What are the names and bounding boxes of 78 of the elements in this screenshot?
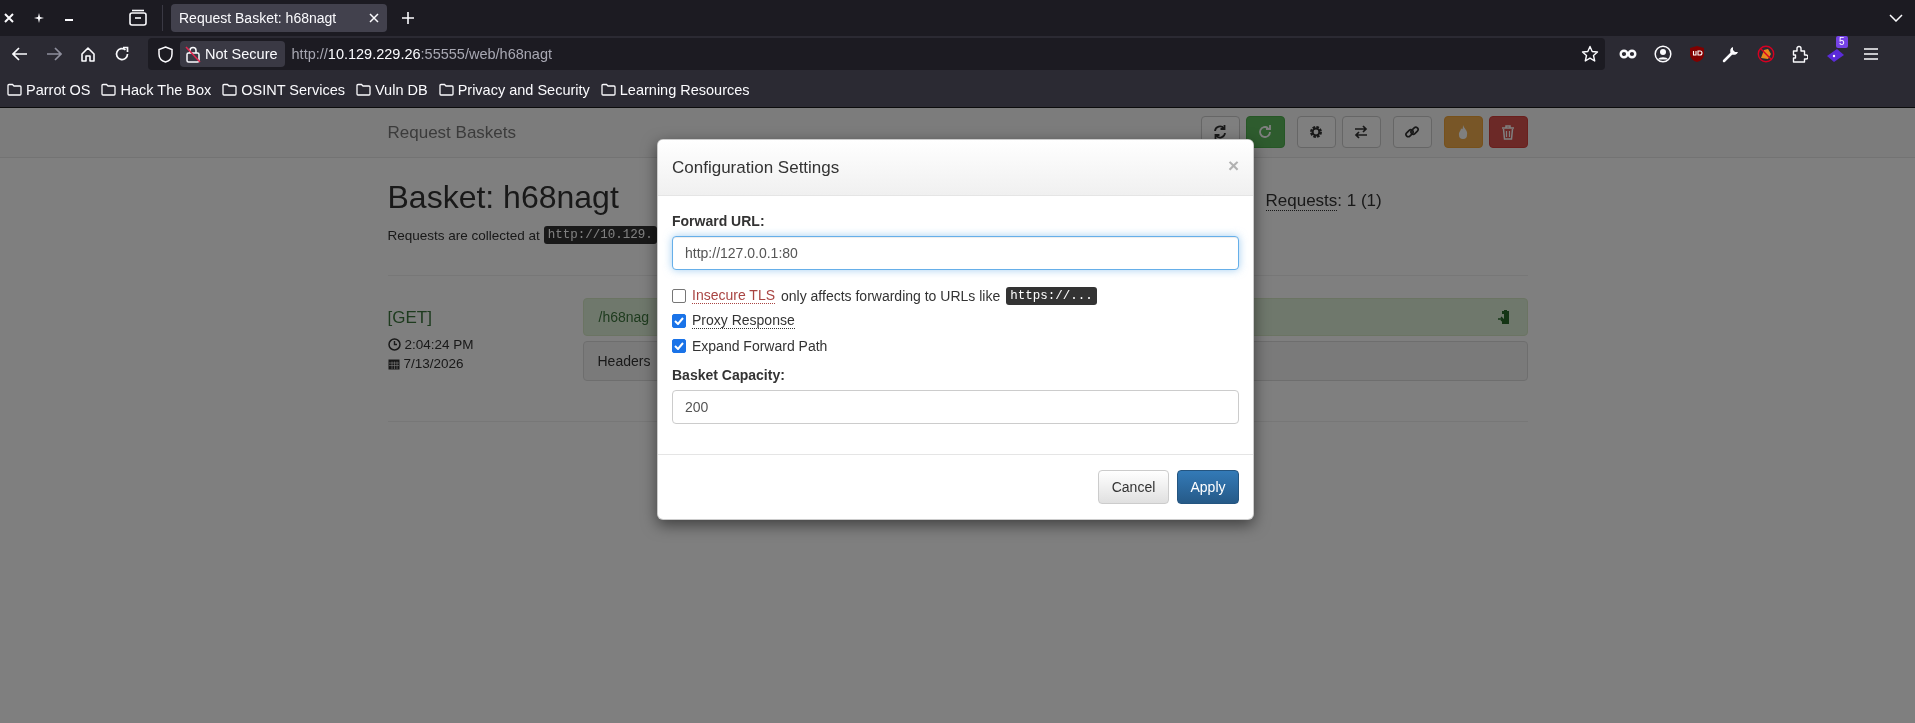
basket-title: Basket: h68nagt	[387, 178, 620, 217]
collected-text: Requests are collected at	[387, 227, 540, 243]
shield-icon[interactable]	[158, 45, 173, 63]
address-bar[interactable]: Not Secure http://10.129.229.26:55555/web/h68nagt	[148, 38, 1605, 70]
field-label: Forward URL:	[672, 212, 766, 231]
requests-label: Requests	[1265, 191, 1338, 211]
close-icon[interactable]	[369, 13, 379, 23]
folder-icon	[600, 83, 616, 96]
bookmark-item[interactable]: OSINT Services	[222, 81, 345, 98]
swap-arrows-button[interactable]	[1341, 115, 1381, 148]
checkbox[interactable]	[672, 313, 686, 328]
swap-arrows-icon	[1353, 123, 1369, 140]
wrench-icon[interactable]	[1722, 45, 1740, 63]
reload-icon[interactable]	[114, 46, 130, 62]
bookmark-item[interactable]: Hack The Box	[101, 81, 212, 98]
chevron-down-icon[interactable]	[1889, 14, 1903, 22]
checkbox[interactable]	[672, 338, 686, 353]
apply-button[interactable]: Apply	[1177, 470, 1239, 504]
settings-icon	[1308, 123, 1324, 140]
account-icon[interactable]	[1654, 45, 1672, 63]
trash-button[interactable]	[1488, 115, 1528, 148]
request-time: 2:04:24 PM	[404, 336, 474, 354]
cancel-button[interactable]: Cancel	[1098, 470, 1169, 504]
bookmark-item[interactable]: Vuln DB	[355, 81, 428, 98]
shield-extension-icon[interactable]	[1689, 45, 1705, 63]
check-icon	[674, 341, 684, 350]
requests-count: : 1 (1)	[1337, 191, 1382, 210]
capacity-input[interactable]: 200	[672, 390, 1239, 424]
bookmark-item[interactable]: Privacy and Security	[438, 81, 590, 98]
option-note: only affects forwarding to URLs like	[781, 287, 1001, 304]
forward-url-input[interactable]: http://127.0.0.1:80	[672, 236, 1239, 270]
check-icon	[674, 316, 684, 325]
headers-tab[interactable]: Headers	[597, 353, 651, 369]
back-icon[interactable]	[12, 47, 28, 61]
settings-button[interactable]	[1296, 115, 1336, 148]
folder-icon	[438, 83, 454, 96]
bookmark-item[interactable]: Learning Resources	[600, 81, 750, 98]
folder-icon	[7, 83, 22, 96]
trash-icon	[1500, 123, 1516, 140]
infinity-icon[interactable]	[1619, 49, 1637, 59]
tab-overview-icon[interactable]	[128, 9, 148, 27]
puzzle-piece-icon[interactable]	[1792, 45, 1808, 63]
option-label[interactable]: Insecure TLS	[692, 287, 775, 304]
link-icon	[1404, 123, 1420, 140]
sparkle-icon[interactable]	[33, 12, 45, 24]
close-icon[interactable]	[3, 12, 15, 24]
code-snippet: https://...	[1006, 286, 1097, 305]
extension-badge: 5	[1836, 35, 1848, 48]
request-date: 7/13/2026	[403, 355, 464, 373]
security-indicator[interactable]: Not Secure	[180, 41, 285, 67]
refresh-icon	[1212, 123, 1228, 140]
dialog-title: Configuration Settings	[672, 157, 840, 178]
insecure-lock-icon	[185, 45, 201, 63]
link-button[interactable]	[1392, 115, 1432, 148]
menu-icon[interactable]	[1863, 47, 1879, 61]
browser-tab[interactable]: Request Basket: h68nagt	[171, 4, 387, 32]
calendar-icon	[387, 357, 400, 370]
bookmark-item[interactable]: Parrot OS	[7, 81, 91, 98]
collect-url: http://10.129.	[543, 226, 657, 244]
folder-icon	[355, 83, 371, 96]
folder-icon	[222, 83, 238, 96]
clock-icon	[387, 338, 401, 351]
home-icon[interactable]	[80, 46, 96, 62]
request-method: [GET]	[387, 307, 432, 329]
folder-icon	[101, 83, 117, 96]
forward-icon	[46, 47, 62, 61]
checkbox[interactable]	[672, 288, 686, 303]
fox-blocked-icon[interactable]	[1757, 45, 1775, 63]
option-label[interactable]: Expand Forward Path	[692, 337, 828, 354]
new-tab-icon[interactable]	[401, 11, 415, 25]
request-path: /h68nag	[598, 309, 650, 325]
refresh-icon	[1257, 123, 1273, 140]
clipboard-icon[interactable]	[1497, 309, 1512, 325]
url-text: http://10.129.229.26:55555/web/h68nagt	[291, 46, 552, 62]
star-icon[interactable]	[1581, 45, 1599, 63]
option-label[interactable]: Proxy Response	[692, 312, 795, 329]
field-label: Basket Capacity:	[672, 366, 786, 385]
refresh-button[interactable]	[1245, 115, 1285, 148]
